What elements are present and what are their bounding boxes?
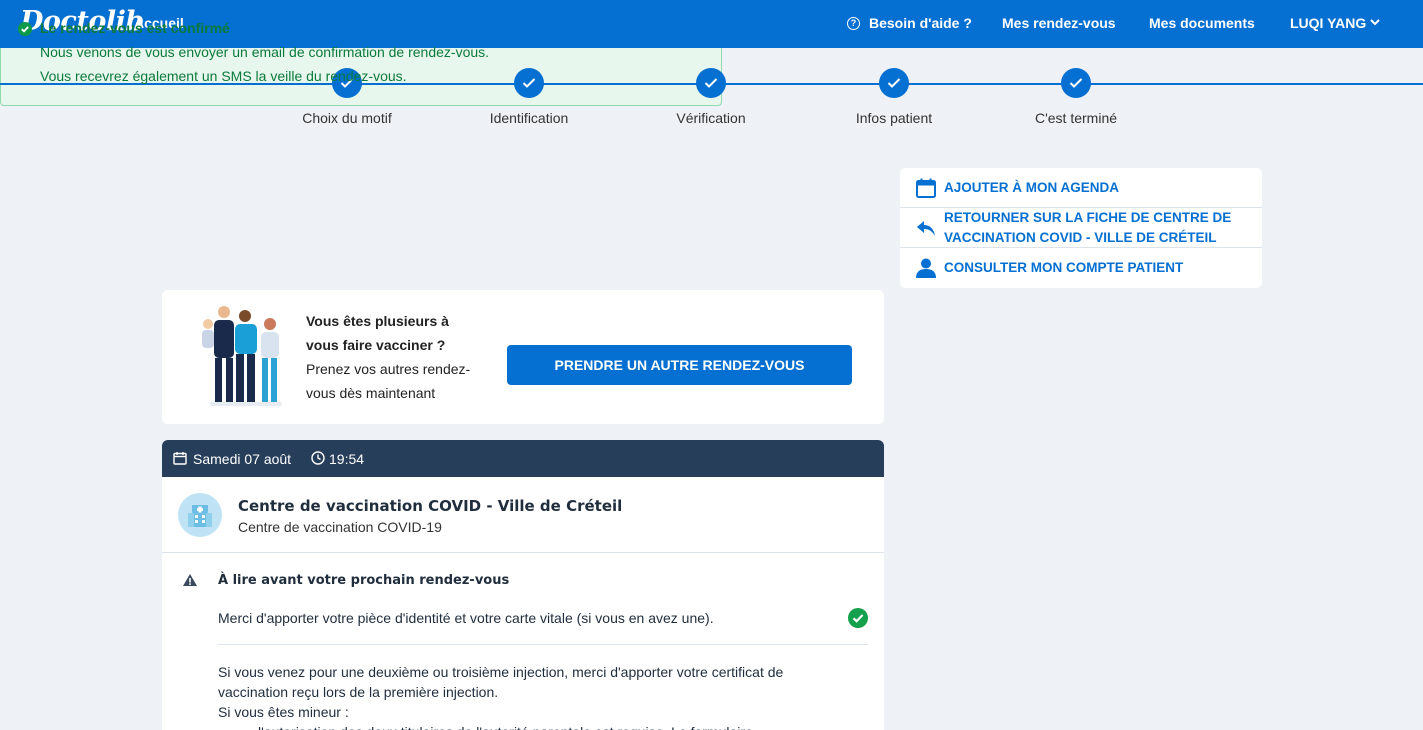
minor-text: Si vous êtes mineur :	[218, 704, 349, 720]
actions-panel: AJOUTER À MON AGENDA RETOURNER SUR LA FI…	[900, 168, 1262, 288]
back-to-center-label[interactable]: RETOURNER SUR LA FICHE DE CENTRE DE VACC…	[944, 208, 1231, 248]
add-to-agenda-label[interactable]: AJOUTER À MON AGENDA	[944, 178, 1119, 198]
second-injection-text: Si vous venez pour une deuxième ou trois…	[218, 664, 784, 700]
appointment-time: 19:54	[329, 451, 365, 467]
step-label: Vérification	[676, 110, 746, 126]
back-to-center-line2: VACCINATION COVID - VILLE DE CRÉTEIL	[944, 230, 1217, 245]
step-complete-icon	[696, 68, 726, 98]
appointment-header: Samedi 07 août 19:54	[162, 440, 884, 477]
step-complete-icon	[879, 68, 909, 98]
calendar-icon	[916, 178, 936, 198]
divider	[162, 552, 884, 553]
promo-text: Vous êtes plusieurs à vous faire vaccine…	[306, 309, 484, 405]
back-to-center-action[interactable]: RETOURNER SUR LA FICHE DE CENTRE DE VACC…	[900, 208, 1262, 248]
warning-icon	[183, 574, 197, 586]
center-type: Centre de vaccination COVID-19	[238, 519, 442, 535]
appointment-details: Centre de vaccination COVID - Ville de C…	[162, 477, 884, 730]
confirmation-email-text: Nous venons de vous envoyer un email de …	[40, 44, 490, 60]
step-label: Identification	[489, 110, 569, 126]
parental-authorization-text: l'autorisation des deux titulaires de l'…	[218, 722, 828, 730]
calendar-icon	[173, 452, 187, 465]
promo-text-rest: Prenez vos autres rendez-vous dès mainte…	[306, 361, 471, 401]
appointment-date: Samedi 07 août	[193, 451, 292, 467]
read-before-title: À lire avant votre prochain rendez-vous	[218, 573, 510, 588]
step-label: Choix du motif	[302, 110, 392, 126]
book-another-button[interactable]: PRENDRE UN AUTRE RENDEZ-VOUS	[507, 345, 852, 385]
nav-help-link[interactable]: Besoin d'aide ?	[869, 15, 972, 31]
step-complete-icon	[514, 68, 544, 98]
bring-documents-text: Merci d'apporter votre pièce d'identité …	[218, 610, 714, 626]
center-name[interactable]: Centre de vaccination COVID - Ville de C…	[238, 497, 622, 515]
divider	[218, 644, 868, 645]
check-circle-icon	[848, 608, 868, 628]
confirmation-title: Le rendez-vous est confirmé	[40, 20, 230, 36]
multi-vaccination-card: Vous êtes plusieurs à vous faire vaccine…	[162, 290, 884, 424]
clock-icon	[311, 451, 325, 465]
step-label: C'est terminé	[1034, 110, 1118, 126]
patient-account-action[interactable]: CONSULTER MON COMPTE PATIENT	[900, 248, 1262, 288]
step-label: Infos patient	[855, 110, 933, 126]
nav-documents-link[interactable]: Mes documents	[1149, 15, 1255, 31]
step-complete-icon	[1061, 68, 1091, 98]
user-icon	[916, 258, 936, 278]
nav-appointments-link[interactable]: Mes rendez-vous	[1002, 15, 1116, 31]
chevron-down-icon[interactable]	[1369, 15, 1381, 29]
user-menu[interactable]: LUQI YANG	[1290, 15, 1366, 31]
check-circle-icon	[18, 22, 32, 36]
promo-text-bold: Vous êtes plusieurs à vous faire vaccine…	[306, 313, 449, 353]
add-to-agenda-action[interactable]: AJOUTER À MON AGENDA	[900, 168, 1262, 208]
reply-arrow-icon	[917, 221, 935, 236]
vaccination-center-icon	[178, 493, 222, 537]
instructions-text: Si vous venez pour une deuxième ou trois…	[218, 662, 828, 730]
patient-account-label[interactable]: CONSULTER MON COMPTE PATIENT	[944, 258, 1183, 278]
help-icon[interactable]: ?	[847, 17, 860, 30]
confirmation-sms-text: Vous recevrez également un SMS la veille…	[40, 68, 407, 84]
family-illustration	[202, 306, 282, 406]
back-to-center-line1: RETOURNER SUR LA FICHE DE CENTRE DE	[944, 210, 1232, 225]
